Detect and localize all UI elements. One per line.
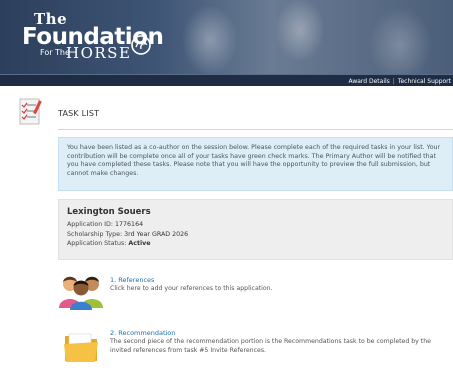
banner-photo [150, 0, 453, 74]
nav-technical-support[interactable]: Technical Support [398, 78, 451, 85]
header-banner: The Foundation For The HORSE [0, 0, 453, 74]
info-message: You have been listed as a co-author on t… [58, 137, 453, 191]
task-number: 1. [110, 276, 117, 284]
task-title: References [118, 276, 155, 284]
task-description: The second piece of the recommendation p… [110, 338, 431, 354]
nav-award-details[interactable]: Award Details [348, 78, 389, 85]
task-title: Recommendation [118, 329, 176, 337]
applicant-summary: Lexington Souers Application ID: 1776164… [58, 199, 453, 260]
nav-separator: | [392, 77, 395, 85]
applicant-name: Lexington Souers [67, 207, 151, 217]
folder-icon[interactable] [63, 330, 99, 364]
page-title: TASK LIST [58, 109, 100, 118]
application-status-value: Active [128, 240, 151, 247]
application-id-row: Application ID: 1776164 [67, 220, 444, 230]
task-recommendation-link[interactable]: 2. Recommendation [110, 329, 175, 337]
checklist-icon [19, 98, 42, 125]
title-divider [58, 129, 453, 130]
task-number: 2. [110, 329, 117, 337]
logo-horse: HORSE [66, 44, 132, 62]
people-icon[interactable] [58, 272, 104, 310]
application-status-label: Application Status: [67, 240, 127, 247]
scholarship-type-value: 3rd Year GRAD 2026 [124, 230, 189, 238]
scholarship-type-row: Scholarship Type: 3rd Year GRAD 2026 [67, 230, 444, 240]
top-nav: Award Details | Technical Support [0, 74, 453, 86]
task-references-link[interactable]: 1. References [110, 276, 154, 284]
scholarship-type-label: Scholarship Type: [67, 230, 123, 238]
application-id-label: Application ID: [67, 221, 114, 228]
application-status-row: Application Status: Active [67, 239, 444, 249]
application-id-value: 1776164 [115, 221, 144, 228]
task-description: Click here to add your references to thi… [110, 285, 273, 292]
horse-emblem-icon [131, 35, 151, 55]
